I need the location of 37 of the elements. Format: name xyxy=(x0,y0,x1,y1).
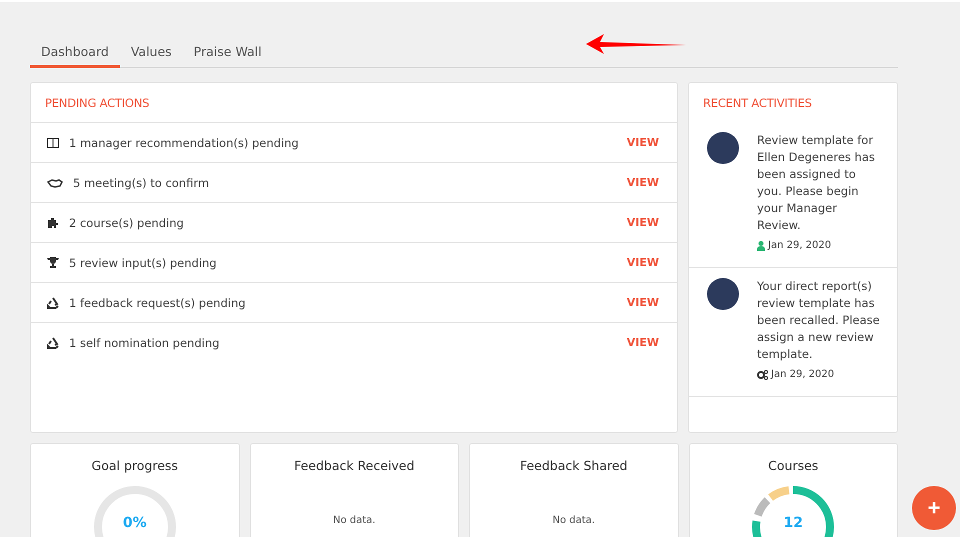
book-icon xyxy=(47,138,59,148)
action-text: 5 review input(s) pending xyxy=(69,256,218,270)
trophy-icon xyxy=(47,257,59,268)
activity-text: Review template for Ellen Degeneres has been assigned to you. Please begin your Manager Review. xyxy=(757,132,876,234)
view-link[interactable]: VIEW xyxy=(626,136,659,149)
add-button[interactable]: + xyxy=(912,486,956,530)
widget-title: Goal progress xyxy=(92,458,178,473)
tab[interactable]: Praise Wall xyxy=(182,40,273,68)
view-link[interactable]: VIEW xyxy=(626,176,659,189)
view-link[interactable]: VIEW xyxy=(626,336,659,349)
donut-value: 12 xyxy=(782,515,804,531)
widget-title: Feedback Shared xyxy=(520,458,628,473)
widget-title: Feedback Received xyxy=(294,458,414,473)
gears-icon xyxy=(757,370,768,380)
action-text: 5 meeting(s) to confirm xyxy=(73,176,210,190)
action-text: 1 feedback request(s) pending xyxy=(69,296,247,310)
view-link[interactable]: VIEW xyxy=(626,296,659,309)
action-text: 1 manager recommendation(s) pending xyxy=(69,136,300,150)
progress-value: 0% xyxy=(122,515,148,531)
activity-text: Your direct report(s) review template has been recalled. Please assign a new review template. xyxy=(757,278,881,363)
avatar-placeholder xyxy=(707,278,739,310)
action-text: 2 course(s) pending xyxy=(69,216,185,230)
view-link[interactable]: VIEW xyxy=(626,256,659,269)
no-data-text: No data. xyxy=(552,515,595,526)
view-link[interactable]: VIEW xyxy=(626,216,659,229)
tab[interactable]: Dashboard xyxy=(30,40,120,68)
activity-date: Jan 29, 2020 xyxy=(757,369,883,380)
puzzle-icon xyxy=(47,217,59,228)
no-data-text: No data. xyxy=(333,515,376,526)
activity-date: Jan 29, 2020 xyxy=(757,240,883,251)
widget-title: Courses xyxy=(768,458,818,473)
action-text: 1 self nomination pending xyxy=(69,336,220,350)
tab[interactable]: Values xyxy=(120,40,183,68)
user-icon xyxy=(757,240,765,250)
card-title: PENDING ACTIONS xyxy=(44,95,150,112)
avatar-placeholder xyxy=(707,132,739,164)
card-title: RECENT ACTIVITIES xyxy=(702,95,813,112)
